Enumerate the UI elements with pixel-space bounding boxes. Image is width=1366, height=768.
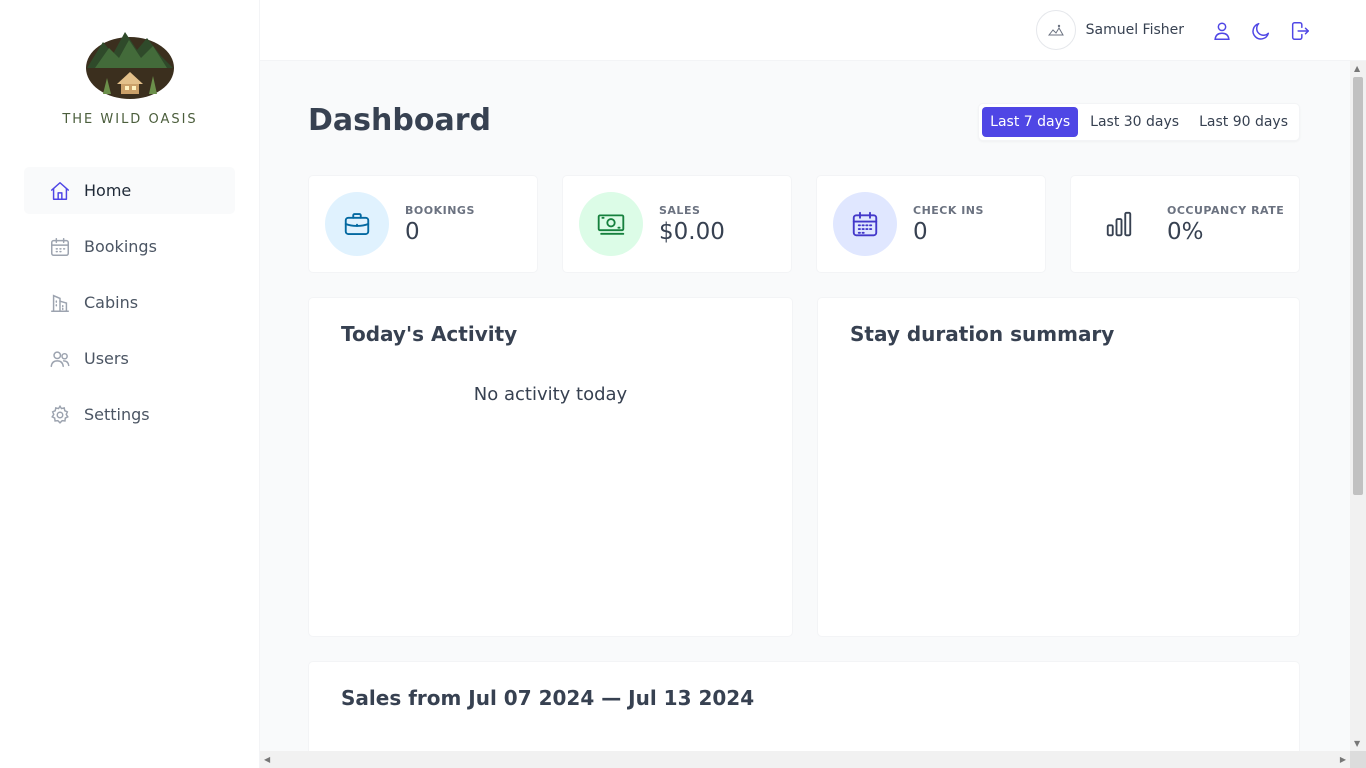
header-actions [1209,18,1312,43]
page-title: Dashboard [308,103,491,138]
home-icon [48,179,72,203]
stat-label: OCCUPANCY RATE [1167,203,1285,217]
stats-row: BOOKINGS 0 SALES $0.00 CHECK INS 0 OCCUP… [308,175,1300,273]
empty-state-text: No activity today [473,384,628,405]
users-icon [48,347,72,371]
horizontal-scrollbar[interactable]: ◀ ▶ [260,751,1350,768]
scrollbar-thumb[interactable] [1353,77,1363,495]
stat-occupancy-rate: OCCUPANCY RATE 0% [1070,175,1300,273]
stat-check-ins: CHECK INS 0 [816,175,1046,273]
stat-value: 0% [1167,218,1204,245]
stat-value: 0 [405,218,420,245]
logo-text: THE WILD OASIS [62,112,198,127]
scrollbar-corner [1350,751,1366,768]
panel-title: Sales from Jul 07 2024 — Jul 13 2024 [341,686,755,710]
sidebar-item-label: Bookings [84,237,157,256]
stay-duration-panel: Stay duration summary [817,297,1300,637]
date-range-filter: Last 7 days Last 30 days Last 90 days [978,103,1300,141]
dashboard-main: Dashboard Last 7 days Last 30 days Last … [260,61,1350,751]
panel-title: Stay duration summary [850,322,1115,346]
logo: THE WILD OASIS [0,28,260,127]
sidebar: THE WILD OASIS Home Bookings Cabins User… [0,0,260,768]
avatar [1035,10,1076,50]
gear-icon [48,403,72,427]
sidebar-item-home[interactable]: Home [24,167,235,214]
stat-label: SALES [659,203,701,217]
calendar-icon [48,235,72,259]
building-icon [48,291,72,315]
filter-last-7-days[interactable]: Last 7 days [982,107,1079,137]
stat-bookings: BOOKINGS 0 [308,175,538,273]
scroll-down-icon[interactable]: ▼ [1354,739,1360,748]
scroll-up-icon[interactable]: ▲ [1354,64,1360,73]
sidebar-item-settings[interactable]: Settings [24,391,235,438]
sidebar-item-label: Settings [84,405,150,424]
logout-icon[interactable] [1287,18,1312,43]
sales-chart-panel: Sales from Jul 07 2024 — Jul 13 2024 [308,661,1300,751]
scroll-right-icon[interactable]: ▶ [1340,755,1346,764]
main-nav: Home Bookings Cabins Users Settings [24,167,235,447]
moon-icon[interactable] [1248,18,1273,43]
user-name: Samuel Fisher [1085,22,1184,38]
filter-last-30-days[interactable]: Last 30 days [1082,107,1187,137]
panel-title: Today's Activity [341,322,518,346]
user-icon[interactable] [1209,18,1234,43]
sidebar-item-users[interactable]: Users [24,335,235,382]
calendar-days-icon [833,192,897,256]
logo-icon [85,28,175,100]
sidebar-item-label: Home [84,181,132,200]
sidebar-item-label: Users [84,349,129,368]
banknotes-icon [579,192,643,256]
sidebar-item-label: Cabins [84,293,139,312]
stat-value: 0 [913,218,928,245]
user-menu[interactable]: Samuel Fisher [1035,10,1184,50]
scroll-left-icon[interactable]: ◀ [264,755,270,764]
stat-sales: SALES $0.00 [562,175,792,273]
chart-bar-icon [1087,192,1151,256]
stat-label: CHECK INS [913,203,984,217]
filter-last-90-days[interactable]: Last 90 days [1191,107,1296,137]
stat-label: BOOKINGS [405,203,475,217]
vertical-scrollbar[interactable]: ▲ ▼ [1350,61,1366,751]
todays-activity-panel: Today's Activity No activity today [308,297,793,637]
stat-value: $0.00 [659,218,725,245]
top-header: Samuel Fisher [260,0,1366,61]
briefcase-icon [325,192,389,256]
sidebar-item-cabins[interactable]: Cabins [24,279,235,326]
sidebar-item-bookings[interactable]: Bookings [24,223,235,270]
